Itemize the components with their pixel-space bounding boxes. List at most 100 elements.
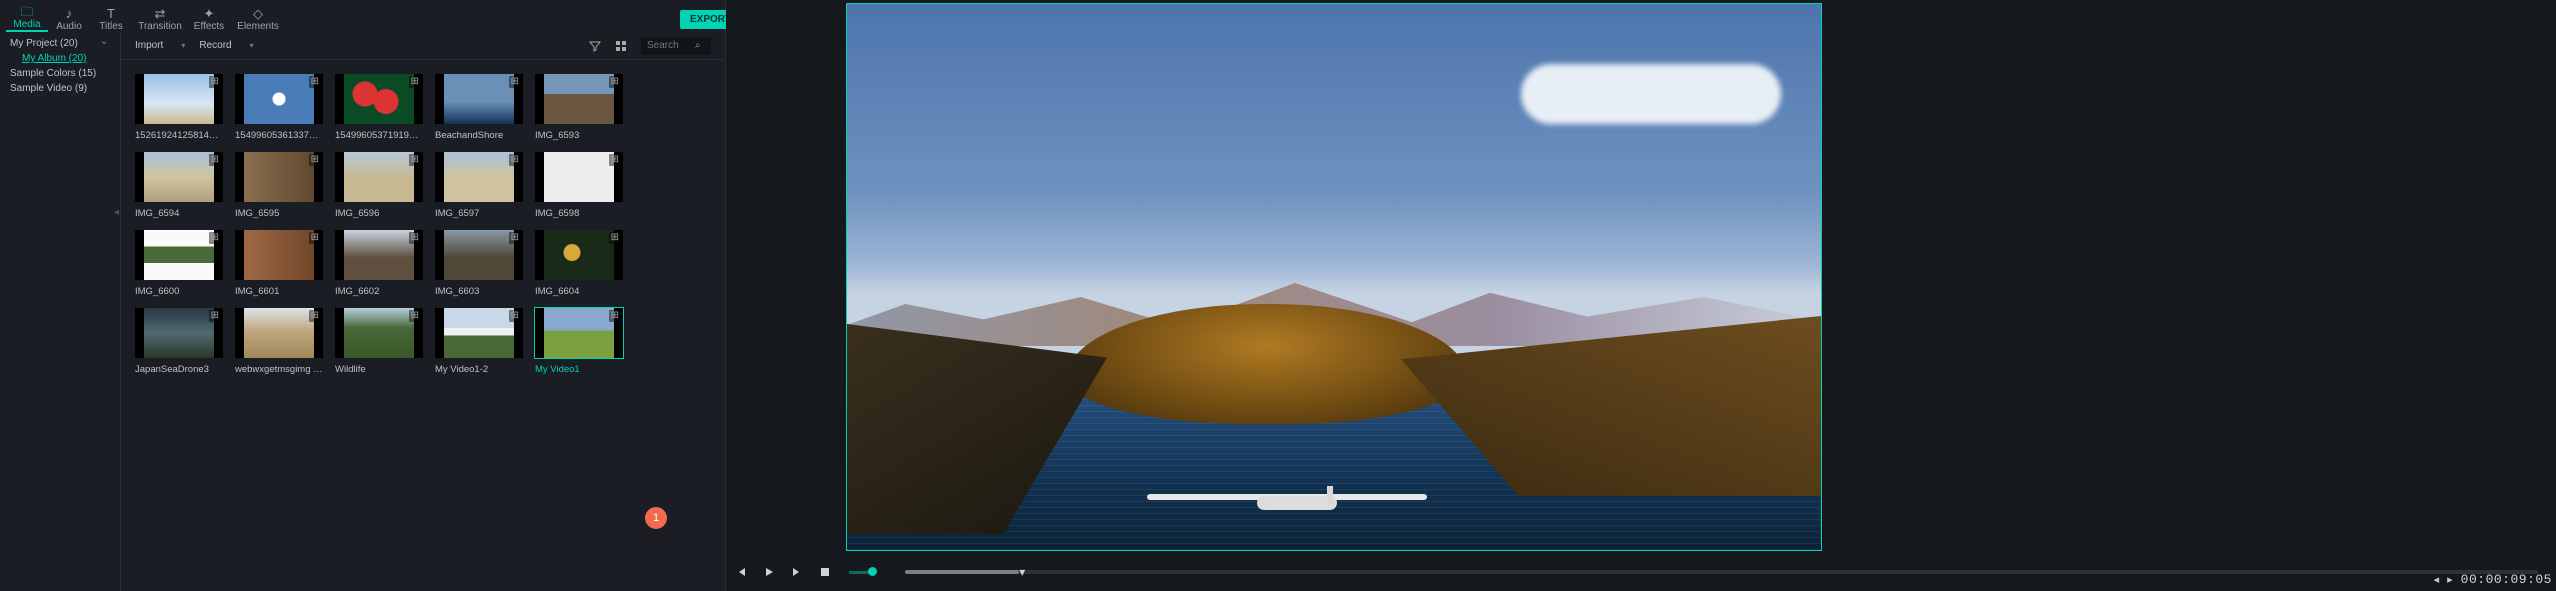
tab-label: Audio — [56, 21, 82, 32]
text-icon: T — [107, 7, 115, 21]
media-label: IMG_6595 — [235, 202, 323, 219]
record-label: Record — [199, 40, 231, 51]
scrub-bar[interactable]: ▾ — [905, 570, 2538, 574]
chevron-down-icon: ▾ — [181, 41, 185, 50]
record-dropdown[interactable]: Record ▾ — [199, 40, 253, 51]
media-thumbnail[interactable]: ⊞ — [235, 152, 323, 202]
media-body: My Project (20) ⌄ My Album (20) Sample C… — [0, 32, 725, 591]
collapse-sidebar-icon[interactable]: ◂ — [114, 207, 119, 218]
import-label: Import — [135, 40, 163, 51]
add-to-timeline-icon[interactable]: ⊞ — [509, 154, 521, 166]
chevron-down-icon: ▾ — [250, 41, 254, 50]
stop-button[interactable] — [818, 565, 832, 579]
media-thumbnail[interactable]: ⊞ — [535, 152, 623, 202]
media-thumbnail[interactable]: ⊞ — [135, 308, 223, 358]
add-to-timeline-icon[interactable]: ⊞ — [309, 310, 321, 322]
media-thumbnail[interactable]: ⊞ — [335, 74, 423, 124]
add-to-timeline-icon[interactable]: ⊞ — [209, 310, 221, 322]
search-icon: ⌕ — [695, 40, 701, 51]
media-label: JapanSeaDrone3 — [135, 358, 223, 375]
tab-titles[interactable]: T Titles — [90, 0, 132, 32]
chevron-down-icon[interactable]: ⌄ — [100, 36, 108, 47]
next-frame-button[interactable] — [790, 565, 804, 579]
media-thumbnail[interactable]: ⊞ — [435, 74, 523, 124]
add-to-timeline-icon[interactable]: ⊞ — [509, 232, 521, 244]
media-thumbnail[interactable]: ⊞ — [235, 74, 323, 124]
import-dropdown[interactable]: Import ▾ — [135, 40, 185, 51]
add-to-timeline-icon[interactable]: ⊞ — [409, 232, 421, 244]
media-thumbnail[interactable]: ⊞ — [535, 230, 623, 280]
media-label: IMG_6600 — [135, 280, 223, 297]
add-to-timeline-icon[interactable]: ⊞ — [509, 310, 521, 322]
tab-media[interactable]: 🗀 Media — [6, 0, 48, 32]
left-panel: 🗀 Media ♪ Audio T Titles ⇄ Transition ✦ … — [0, 0, 726, 591]
media-thumbnail[interactable]: ⊞ — [535, 308, 623, 358]
media-label: IMG_6603 — [435, 280, 523, 297]
media-thumbnail[interactable]: ⊞ — [335, 230, 423, 280]
media-thumbnail[interactable]: ⊞ — [335, 152, 423, 202]
add-to-timeline-icon[interactable]: ⊞ — [609, 76, 621, 88]
step-forward-button[interactable]: ▸ — [2447, 573, 2453, 586]
folder-icon: 🗀 — [20, 5, 33, 19]
media-grid: ⊞1526192412581494_large⊞1549960536133762… — [121, 60, 725, 591]
timecode-display: 00:00:09:05 — [2461, 572, 2552, 587]
preview-panel: ▾ ◂ ▸ 00:00:09:05 2 — [726, 0, 2556, 591]
sidebar-item-my-album[interactable]: My Album (20) — [0, 51, 120, 66]
sidebar-item-sample-colors[interactable]: Sample Colors (15) — [0, 66, 120, 81]
player-controls: ▾ — [726, 559, 2556, 585]
media-thumbnail[interactable]: ⊞ — [235, 230, 323, 280]
playhead-icon[interactable]: ▾ — [1019, 565, 1027, 579]
media-thumbnail[interactable]: ⊞ — [235, 308, 323, 358]
add-to-timeline-icon[interactable]: ⊞ — [209, 154, 221, 166]
tab-audio[interactable]: ♪ Audio — [48, 0, 90, 32]
add-to-timeline-icon[interactable]: ⊞ — [509, 76, 521, 88]
music-note-icon: ♪ — [66, 7, 73, 21]
add-to-timeline-icon[interactable]: ⊞ — [609, 232, 621, 244]
video-preview[interactable] — [846, 3, 1822, 551]
media-thumbnail[interactable]: ⊞ — [535, 74, 623, 124]
add-to-timeline-icon[interactable]: ⊞ — [309, 76, 321, 88]
sparkle-icon: ✦ — [204, 7, 215, 21]
media-thumbnail[interactable]: ⊞ — [135, 152, 223, 202]
grid-view-icon[interactable] — [615, 40, 627, 52]
media-browser: Import ▾ Record ▾ ⌕ ⊞15 — [120, 32, 725, 591]
tab-label: Media — [13, 19, 40, 30]
tab-label: Effects — [194, 21, 224, 32]
add-to-timeline-icon[interactable]: ⊞ — [409, 310, 421, 322]
tab-transition[interactable]: ⇄ Transition — [132, 0, 188, 32]
tab-elements[interactable]: ◇ Elements — [230, 0, 286, 32]
add-to-timeline-icon[interactable]: ⊞ — [609, 154, 621, 166]
search-box[interactable]: ⌕ — [641, 37, 711, 55]
sidebar-item-sample-video[interactable]: Sample Video (9) — [0, 81, 120, 96]
add-to-timeline-icon[interactable]: ⊞ — [209, 76, 221, 88]
media-thumbnail[interactable]: ⊞ — [435, 308, 523, 358]
filter-icon[interactable] — [589, 40, 601, 52]
media-label: IMG_6602 — [335, 280, 423, 297]
add-to-timeline-icon[interactable]: ⊞ — [409, 154, 421, 166]
media-label: My Video1 — [535, 358, 623, 375]
preview-right-controls: ◂ ▸ 00:00:09:05 — [2434, 572, 2552, 587]
media-thumbnail[interactable]: ⊞ — [135, 230, 223, 280]
add-to-timeline-icon[interactable]: ⊞ — [609, 310, 621, 322]
add-to-timeline-icon[interactable]: ⊞ — [409, 76, 421, 88]
media-thumbnail[interactable]: ⊞ — [435, 152, 523, 202]
media-thumbnail[interactable]: ⊞ — [135, 74, 223, 124]
media-label: IMG_6604 — [535, 280, 623, 297]
add-to-timeline-icon[interactable]: ⊞ — [309, 154, 321, 166]
media-thumbnail[interactable]: ⊞ — [335, 308, 423, 358]
prev-frame-button[interactable] — [734, 565, 748, 579]
volume-slider[interactable] — [845, 571, 877, 574]
search-input[interactable] — [647, 40, 695, 51]
shapes-icon: ◇ — [253, 7, 263, 21]
tab-effects[interactable]: ✦ Effects — [188, 0, 230, 32]
step-back-button[interactable]: ◂ — [2434, 573, 2440, 586]
media-thumbnail[interactable]: ⊞ — [435, 230, 523, 280]
media-label: My Video1-2 — [435, 358, 523, 375]
media-label: Wildlife — [335, 358, 423, 375]
add-to-timeline-icon[interactable]: ⊞ — [209, 232, 221, 244]
media-label: IMG_6598 — [535, 202, 623, 219]
play-button[interactable] — [762, 565, 776, 579]
add-to-timeline-icon[interactable]: ⊞ — [309, 232, 321, 244]
media-label: 1526192412581494_large — [135, 124, 223, 141]
media-label: IMG_6596 — [335, 202, 423, 219]
